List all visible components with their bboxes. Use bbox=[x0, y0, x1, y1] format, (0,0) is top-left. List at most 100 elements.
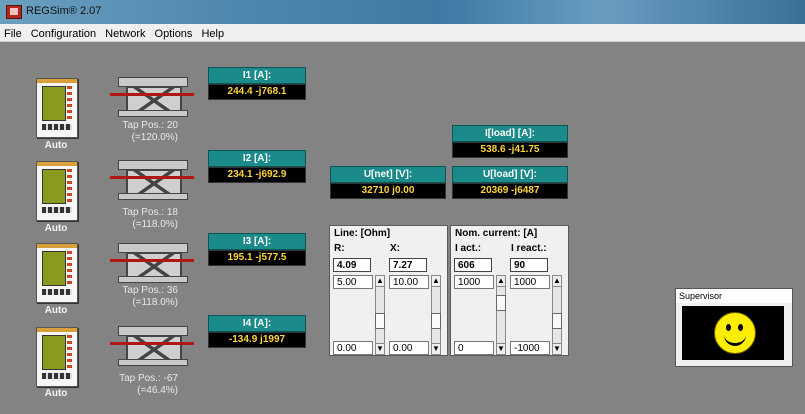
tap-position-3: Tap Pos.: 36 bbox=[122, 285, 178, 296]
regulator-device-1[interactable] bbox=[36, 78, 78, 138]
current-readout-1: I1 [A]: 244.4 -j768.1 bbox=[208, 67, 306, 100]
device-leds bbox=[67, 251, 72, 284]
device-leds bbox=[67, 86, 72, 119]
i-act-slider-thumb[interactable] bbox=[496, 295, 506, 311]
current-label-3: I3 [A]: bbox=[208, 233, 306, 250]
current-value-1: 244.4 -j768.1 bbox=[208, 84, 306, 100]
i-act-range-control[interactable]: 1000 ▲ ▼ 0 bbox=[454, 275, 506, 357]
i-act-scroll-down-icon[interactable]: ▼ bbox=[496, 343, 506, 355]
device-header bbox=[37, 79, 77, 83]
device-display bbox=[42, 169, 66, 204]
device-keypad bbox=[42, 289, 72, 295]
x-scroll-down-icon[interactable]: ▼ bbox=[431, 343, 441, 355]
x-range-control[interactable]: 10.00 ▲ ▼ 0.00 bbox=[389, 275, 441, 357]
transformer-base bbox=[118, 359, 188, 366]
i-react-scroll-up-icon[interactable]: ▲ bbox=[552, 275, 562, 287]
r-label: R: bbox=[334, 243, 345, 254]
net-voltage-readout: U[net] [V]: 32710 j0.00 bbox=[330, 166, 446, 199]
i-react-max-field[interactable]: 1000 bbox=[510, 275, 550, 289]
line-panel-title: Line: [Ohm] bbox=[334, 228, 391, 239]
r-scroll-up-icon[interactable]: ▲ bbox=[375, 275, 385, 287]
i-react-scroll-down-icon[interactable]: ▼ bbox=[552, 343, 562, 355]
current-label-1: I1 [A]: bbox=[208, 67, 306, 84]
r-max-field[interactable]: 5.00 bbox=[333, 275, 373, 289]
i-react-slider-thumb[interactable] bbox=[552, 313, 562, 329]
load-voltage-label: U[load] [V]: bbox=[452, 166, 568, 183]
transformer-base bbox=[118, 110, 188, 117]
i-react-label: I react.: bbox=[511, 243, 547, 254]
device-keypad bbox=[42, 207, 72, 213]
load-current-label: I[load] [A]: bbox=[452, 125, 568, 142]
menu-options[interactable]: Options bbox=[151, 26, 198, 40]
transformer-2 bbox=[110, 160, 194, 200]
device-display bbox=[42, 251, 66, 286]
menu-bar: File Configuration Network Options Help bbox=[0, 24, 805, 42]
regulator-mode-4: Auto bbox=[44, 388, 68, 399]
supervisor-title: Supervisor bbox=[676, 289, 792, 303]
transformer-busbar bbox=[110, 342, 194, 345]
i-react-range-control[interactable]: 1000 ▲ ▼ -1000 bbox=[510, 275, 562, 357]
i-react-value: 90 bbox=[510, 258, 548, 272]
tap-position-1: Tap Pos.: 20 bbox=[122, 120, 178, 131]
transformer-base bbox=[118, 193, 188, 200]
r-range-control[interactable]: 5.00 ▲ ▼ 0.00 bbox=[333, 275, 385, 357]
current-value-2: 234.1 -j692.9 bbox=[208, 167, 306, 183]
regulator-device-2[interactable] bbox=[36, 161, 78, 221]
device-display bbox=[42, 335, 66, 370]
tap-percent-2: (=118.0%) bbox=[132, 219, 178, 230]
window-title: REGSim® 2.07 bbox=[26, 5, 102, 17]
title-bar: REGSim® 2.07 bbox=[0, 0, 805, 24]
nominal-current-panel: Nom. current: [A] I act.: I react.: 606 … bbox=[450, 225, 569, 356]
load-current-value: 538.6 -j41.75 bbox=[452, 142, 568, 158]
i-act-label: I act.: bbox=[455, 243, 482, 254]
transformer-base bbox=[118, 276, 188, 283]
transformer-busbar bbox=[110, 259, 194, 262]
x-min-field[interactable]: 0.00 bbox=[389, 341, 429, 355]
i-act-max-field[interactable]: 1000 bbox=[454, 275, 494, 289]
current-value-4: -134.9 j1997 bbox=[208, 332, 306, 348]
menu-help[interactable]: Help bbox=[197, 26, 229, 40]
r-min-field[interactable]: 0.00 bbox=[333, 341, 373, 355]
i-act-min-field[interactable]: 0 bbox=[454, 341, 494, 355]
current-readout-2: I2 [A]: 234.1 -j692.9 bbox=[208, 150, 306, 183]
device-leds bbox=[67, 169, 72, 202]
smiley-icon bbox=[714, 312, 756, 354]
transformer-4 bbox=[110, 326, 194, 366]
device-header bbox=[37, 244, 77, 248]
tap-percent-4: (=46.4%) bbox=[137, 385, 178, 396]
menu-configuration[interactable]: Configuration bbox=[27, 26, 101, 40]
net-voltage-value: 32710 j0.00 bbox=[330, 183, 446, 199]
regulator-device-4[interactable] bbox=[36, 327, 78, 387]
smiley-mouth bbox=[724, 329, 746, 346]
regulator-mode-1: Auto bbox=[44, 140, 68, 151]
menu-file[interactable]: File bbox=[0, 26, 27, 40]
transformer-busbar bbox=[110, 176, 194, 179]
current-label-4: I4 [A]: bbox=[208, 315, 306, 332]
current-value-3: 195.1 -j577.5 bbox=[208, 250, 306, 266]
regulator-device-3[interactable] bbox=[36, 243, 78, 303]
current-panel-title: Nom. current: [A] bbox=[455, 228, 538, 239]
supervisor-display bbox=[682, 306, 784, 360]
r-scroll-down-icon[interactable]: ▼ bbox=[375, 343, 385, 355]
current-readout-3: I3 [A]: 195.1 -j577.5 bbox=[208, 233, 306, 266]
tap-position-2: Tap Pos.: 18 bbox=[122, 207, 178, 218]
menu-network[interactable]: Network bbox=[101, 26, 150, 40]
x-scroll-up-icon[interactable]: ▲ bbox=[431, 275, 441, 287]
load-voltage-readout: U[load] [V]: 20369 -j6487 bbox=[452, 166, 568, 199]
transformer-busbar bbox=[110, 93, 194, 96]
current-label-2: I2 [A]: bbox=[208, 150, 306, 167]
simulation-canvas: Auto Tap Pos.: 20 (=120.0%) I1 [A]: 244.… bbox=[8, 45, 805, 414]
i-act-scroll-up-icon[interactable]: ▲ bbox=[496, 275, 506, 287]
x-value: 7.27 bbox=[389, 258, 427, 272]
i-act-value: 606 bbox=[454, 258, 492, 272]
tap-percent-3: (=118.0%) bbox=[132, 297, 178, 308]
load-voltage-value: 20369 -j6487 bbox=[452, 183, 568, 199]
r-slider-thumb[interactable] bbox=[375, 313, 385, 329]
i-react-min-field[interactable]: -1000 bbox=[510, 341, 550, 355]
device-keypad bbox=[42, 373, 72, 379]
x-max-field[interactable]: 10.00 bbox=[389, 275, 429, 289]
device-header bbox=[37, 162, 77, 166]
x-slider-thumb[interactable] bbox=[431, 313, 441, 329]
device-header bbox=[37, 328, 77, 332]
tap-position-4: Tap Pos.: -67 bbox=[119, 373, 178, 384]
